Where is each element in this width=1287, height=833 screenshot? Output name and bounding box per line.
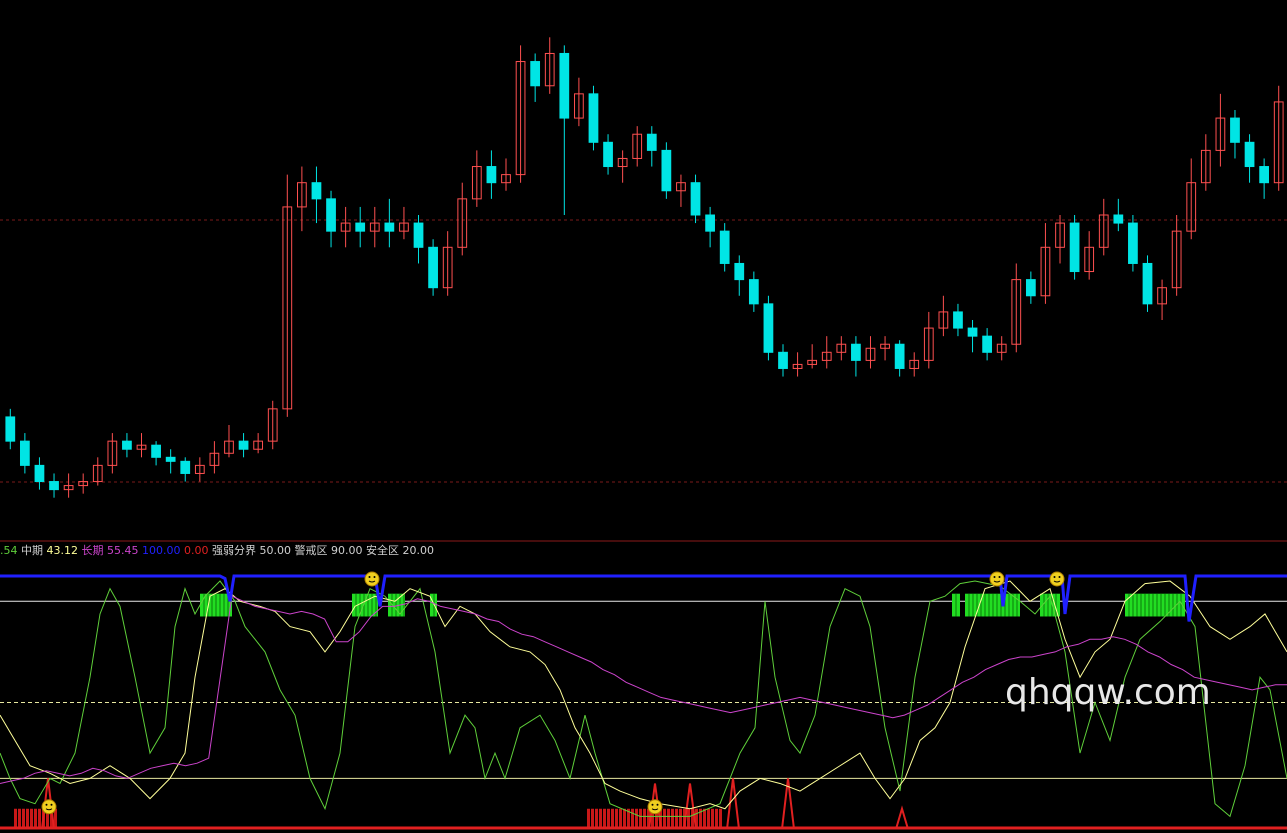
candle-body bbox=[122, 440, 132, 450]
red-bar bbox=[719, 808, 722, 829]
red-bar bbox=[611, 808, 614, 829]
candle-body bbox=[953, 311, 963, 329]
candle-body bbox=[530, 61, 541, 87]
candle-body bbox=[5, 416, 16, 442]
candle-body bbox=[1025, 279, 1036, 297]
red-bar bbox=[715, 808, 718, 829]
legend-long-label: 长期 bbox=[81, 544, 104, 557]
candle-body bbox=[428, 246, 438, 289]
red-bar bbox=[639, 808, 642, 829]
watermark: qhqqw.com bbox=[1005, 672, 1211, 713]
legend-zero-value: 0.00 bbox=[184, 544, 209, 557]
candle-body bbox=[1069, 222, 1080, 273]
candle-body bbox=[326, 198, 336, 232]
red-bar bbox=[615, 808, 618, 829]
candle-body bbox=[851, 343, 861, 361]
red-bar bbox=[663, 808, 666, 829]
candle-body bbox=[1113, 214, 1124, 224]
red-bar bbox=[587, 808, 590, 829]
candle-body bbox=[238, 440, 249, 450]
candle-body bbox=[588, 93, 599, 143]
red-bar bbox=[14, 808, 17, 829]
red-bar bbox=[667, 808, 670, 829]
candle-body bbox=[559, 52, 570, 119]
candle-body bbox=[778, 351, 788, 369]
red-bar bbox=[619, 808, 622, 829]
red-bar bbox=[687, 808, 690, 829]
red-bar bbox=[603, 808, 606, 829]
candle-body bbox=[1259, 166, 1270, 184]
candle-body bbox=[311, 182, 322, 200]
candle-body bbox=[1128, 222, 1138, 264]
smiley-marker-icon bbox=[364, 571, 380, 587]
candle-body bbox=[1230, 117, 1240, 143]
smiley-marker-icon bbox=[41, 799, 57, 815]
red-bar bbox=[643, 808, 646, 829]
red-bar bbox=[607, 808, 610, 829]
smiley-marker-icon bbox=[647, 799, 663, 815]
legend-long-value: 55.45 bbox=[107, 544, 139, 557]
red-bar bbox=[671, 808, 674, 829]
red-bar bbox=[675, 808, 678, 829]
smiley-marker-icon bbox=[1049, 571, 1065, 587]
red-bar bbox=[703, 808, 706, 829]
candle-body bbox=[967, 327, 978, 337]
red-bar bbox=[26, 808, 29, 829]
candle-body bbox=[1244, 141, 1255, 168]
legend-mid-label: 中期 bbox=[21, 544, 43, 557]
red-bar bbox=[599, 808, 602, 829]
red-bar bbox=[595, 808, 598, 829]
red-bar bbox=[679, 808, 682, 829]
candle-body bbox=[49, 481, 59, 491]
price-panel bbox=[0, 37, 1287, 498]
candle-body bbox=[763, 303, 774, 353]
candle-body bbox=[603, 141, 613, 168]
candle-body bbox=[1142, 262, 1153, 305]
red-bar bbox=[711, 808, 714, 829]
legend-warning-value: 90.00 bbox=[331, 544, 363, 557]
legend-warning-label: 警戒区 bbox=[294, 544, 328, 557]
candle-body bbox=[486, 166, 497, 184]
smiley-marker-icon bbox=[989, 571, 1005, 587]
candle-body bbox=[734, 262, 745, 281]
red-bar bbox=[18, 808, 21, 829]
legend-strong-weak-label: 强弱分界 bbox=[212, 544, 256, 557]
candle-body bbox=[34, 464, 45, 483]
red-bar bbox=[631, 808, 634, 829]
red-bar bbox=[591, 808, 594, 829]
legend-safe-label: 安全区 bbox=[366, 544, 399, 557]
legend-safe-value: 20.00 bbox=[402, 544, 435, 557]
candle-body bbox=[151, 444, 161, 458]
red-bar bbox=[34, 808, 37, 829]
candle-body bbox=[894, 343, 905, 369]
candle-body bbox=[165, 456, 176, 462]
candle-body bbox=[748, 279, 759, 305]
red-bar bbox=[635, 808, 638, 829]
candle-body bbox=[413, 222, 424, 248]
legend-strong-weak-value: 50.00 bbox=[259, 544, 292, 557]
candle-body bbox=[982, 335, 992, 353]
legend-mid-value: 43.12 bbox=[46, 544, 79, 557]
candle-body bbox=[355, 222, 366, 232]
legend-top-value: 100.00 bbox=[142, 544, 181, 557]
candle-body bbox=[690, 182, 701, 216]
candle-body bbox=[661, 149, 672, 192]
red-bar bbox=[707, 808, 710, 829]
red-bar bbox=[38, 808, 41, 829]
red-bar bbox=[30, 808, 33, 829]
candle-body bbox=[719, 230, 730, 264]
indicator-legend: .54 中期 43.12 长期 55.45 100.00 0.00 强弱分界 5… bbox=[0, 543, 434, 559]
legend-partial-value: .54 bbox=[0, 544, 18, 557]
candle-body bbox=[705, 214, 715, 232]
candle-body bbox=[646, 133, 657, 151]
candle-body bbox=[384, 222, 395, 232]
top-line bbox=[0, 574, 1287, 622]
candle-body bbox=[180, 460, 191, 474]
red-spike bbox=[895, 805, 909, 830]
candle-body bbox=[19, 440, 30, 466]
red-bar bbox=[623, 808, 626, 829]
red-bar bbox=[22, 808, 25, 829]
